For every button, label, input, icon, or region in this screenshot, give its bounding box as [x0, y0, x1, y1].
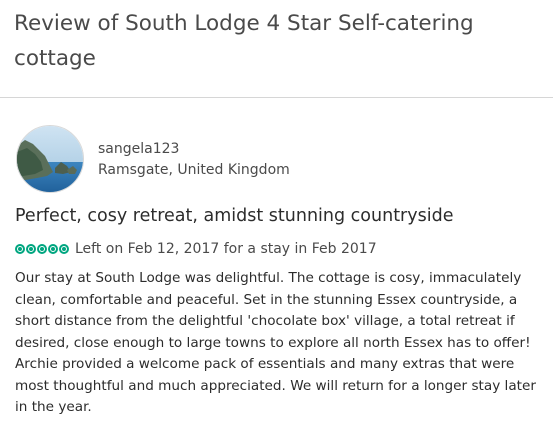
reviewer-location: Ramsgate, United Kingdom: [98, 162, 290, 178]
rating-bubble-icon: [59, 244, 69, 254]
review-body: Our stay at South Lodge was delightful. …: [15, 270, 536, 415]
review-date: Left on Feb 12, 2017 for a stay in Feb 2…: [75, 241, 377, 257]
rating-bubbles: [15, 244, 69, 254]
landscape-photo-icon: [17, 126, 83, 192]
reviewer-avatar[interactable]: [16, 125, 84, 193]
header-divider: [0, 97, 553, 98]
reviewer-username[interactable]: sangela123: [98, 141, 179, 157]
review-title[interactable]: Perfect, cosy retreat, amidst stunning c…: [15, 206, 453, 226]
rating-bubble-icon: [37, 244, 47, 254]
rating-bubble-icon: [26, 244, 36, 254]
rating-bubble-icon: [48, 244, 58, 254]
page-title: Review of South Lodge 4 Star Self-cateri…: [14, 11, 474, 71]
rating-bubble-icon: [15, 244, 25, 254]
rating-row: Left on Feb 12, 2017 for a stay in Feb 2…: [15, 240, 377, 258]
